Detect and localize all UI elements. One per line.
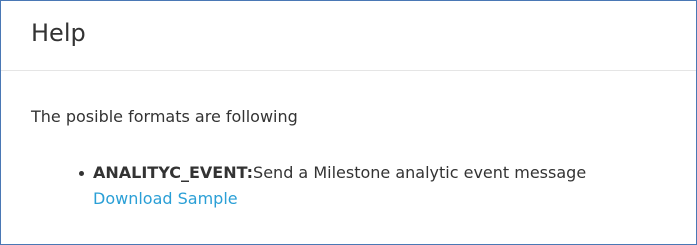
formats-list: ANALITYC_EVENT:Send a Milestone analytic… bbox=[79, 161, 693, 211]
download-sample-link[interactable]: Download Sample bbox=[93, 187, 693, 211]
bullet-icon bbox=[79, 171, 84, 176]
format-description: Send a Milestone analytic event message bbox=[253, 163, 587, 182]
panel-body: The posible formats are following ANALIT… bbox=[31, 105, 686, 208]
list-item: ANALITYC_EVENT:Send a Milestone analytic… bbox=[79, 161, 693, 211]
intro-text: The posible formats are following bbox=[31, 107, 298, 126]
format-name: ANALITYC_EVENT: bbox=[93, 163, 254, 182]
panel-title: Help bbox=[31, 19, 86, 47]
panel-header: Help bbox=[1, 1, 696, 71]
help-panel: Help The posible formats are following A… bbox=[0, 0, 697, 245]
